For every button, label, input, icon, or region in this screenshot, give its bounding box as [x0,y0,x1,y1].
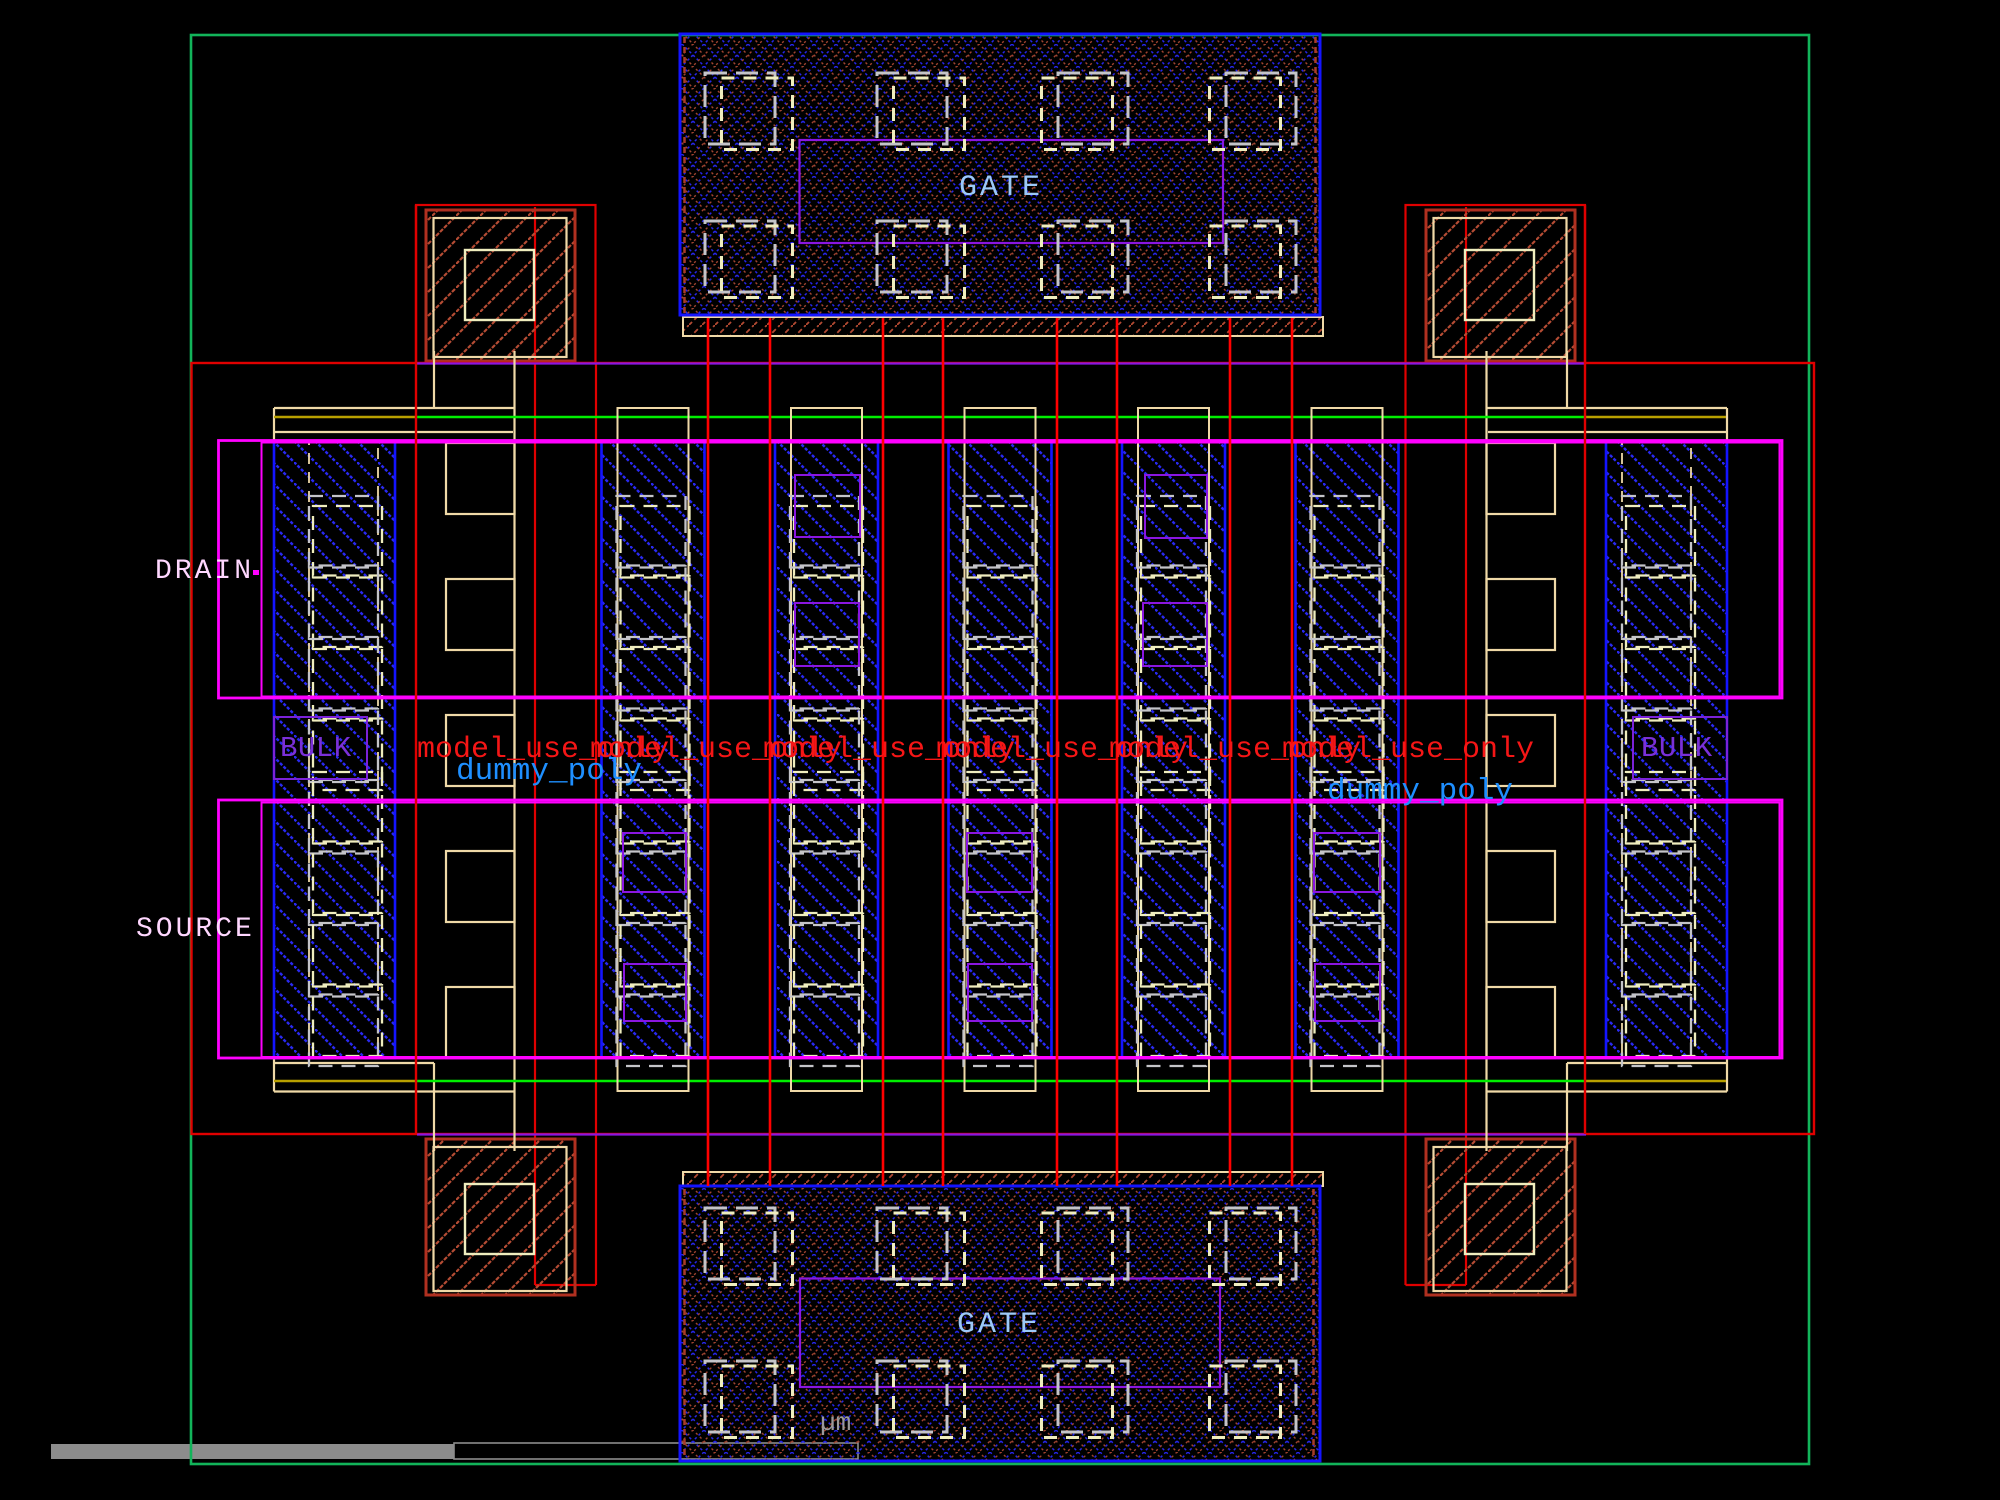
svg-text:dummy_poly: dummy_poly [1327,774,1513,809]
svg-text:dummy_poly: dummy_poly [456,754,642,789]
svg-text:BULK: BULK [280,732,352,765]
svg-text:GATE: GATE [959,171,1043,205]
svg-text:BULK: BULK [1641,732,1713,765]
svg-text:µm: µm [820,1408,851,1438]
svg-text:model_use_only: model_use_only [1282,733,1534,767]
svg-text:SOURCE: SOURCE [136,914,255,945]
svg-text:DRAIN: DRAIN [155,556,254,587]
svg-text:GATE: GATE [957,1308,1041,1342]
